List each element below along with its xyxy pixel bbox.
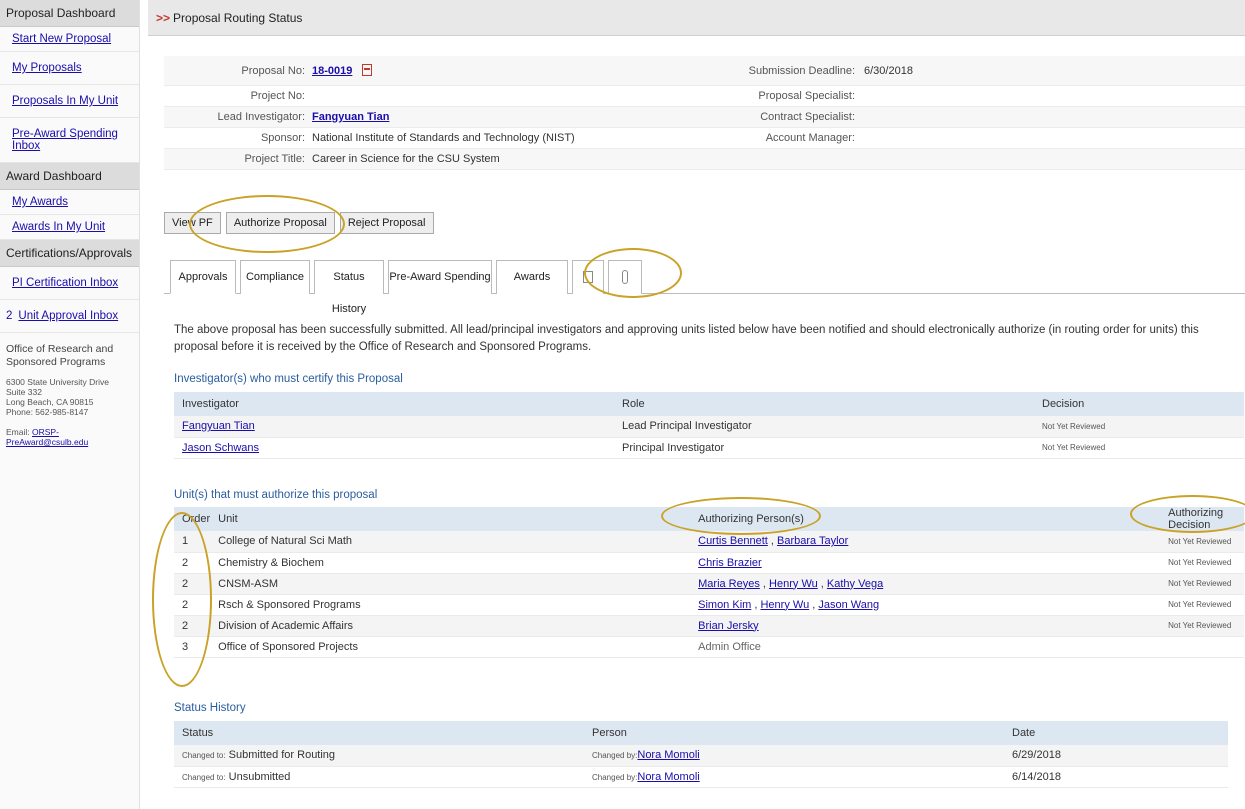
inbox-count-badge: 2 xyxy=(6,310,13,322)
person-link[interactable]: Jason Wang xyxy=(818,599,879,611)
proposal-dashboard-heading: Proposal Dashboard xyxy=(0,0,139,27)
proposal-info: Proposal No: 18-0019 Submission Deadline… xyxy=(164,56,1245,170)
table-row: 2 Rsch & Sponsored Programs Simon Kim , … xyxy=(174,594,1244,616)
column-header: Decision xyxy=(1034,392,1244,416)
document-icon xyxy=(583,271,593,284)
info-row-proposal-no: Proposal No: 18-0019 Submission Deadline… xyxy=(164,56,1245,86)
column-header: Investigator xyxy=(174,392,614,416)
person-link[interactable]: Kathy Vega xyxy=(827,578,883,590)
person-link[interactable]: Henry Wu xyxy=(769,578,818,590)
chevron-icon: >> xyxy=(156,11,171,25)
investigators-section-title: Investigator(s) who must certify this Pr… xyxy=(174,373,403,385)
tab-approvals[interactable]: Approvals xyxy=(170,260,236,294)
tab-attachments[interactable] xyxy=(608,260,642,294)
investigators-table: Investigator Role Decision Fangyuan Tian… xyxy=(174,392,1244,459)
tab-compliance[interactable]: Compliance xyxy=(240,260,310,294)
sidebar-item-pi-certification-inbox[interactable]: PI Certification Inbox xyxy=(0,267,139,300)
sidebar: Proposal Dashboard Start New Proposal My… xyxy=(0,0,140,809)
table-row: 3 Office of Sponsored Projects Admin Off… xyxy=(174,636,1244,658)
person-link[interactable]: Nora Momoli xyxy=(637,771,699,783)
person-link[interactable]: Chris Brazier xyxy=(698,557,762,569)
tab-awards[interactable]: Awards xyxy=(496,260,568,294)
sidebar-item-proposals-in-my-unit[interactable]: Proposals In My Unit xyxy=(0,85,139,118)
column-header: Authorizing Person(s) xyxy=(690,507,1161,531)
tab-bar: Approvals Compliance Status History Pre-… xyxy=(164,260,1245,315)
submission-notice: The above proposal has been successfully… xyxy=(174,324,1199,353)
column-header: Person xyxy=(584,721,1004,745)
sidebar-item-my-proposals[interactable]: My Proposals xyxy=(0,52,139,85)
column-header: Authorizing Decision xyxy=(1160,507,1244,531)
column-header: Date xyxy=(1004,721,1228,745)
column-header: Status xyxy=(174,721,584,745)
view-pf-button[interactable]: View PF xyxy=(164,212,221,234)
table-row: Changed to: Submitted for Routing Change… xyxy=(174,745,1228,767)
office-address: 6300 State University Drive Suite 332 Lo… xyxy=(6,377,109,417)
sidebar-item-awards-in-my-unit[interactable]: Awards In My Unit xyxy=(0,215,139,240)
tab-documents[interactable] xyxy=(572,260,604,294)
table-row: 2 Chemistry & Biochem Chris Brazier Not … xyxy=(174,552,1244,574)
table-row: 2 Division of Academic Affairs Brian Jer… xyxy=(174,615,1244,637)
info-row-project-title: Project Title: Career in Science for the… xyxy=(164,149,1245,170)
office-name: Office of Research and Sponsored Program… xyxy=(6,343,114,368)
person-link[interactable]: Simon Kim xyxy=(698,599,751,611)
info-row-project-no: Project No: Proposal Specialist: xyxy=(164,86,1245,107)
column-header: Unit xyxy=(210,507,691,531)
person-link[interactable]: Brian Jersky xyxy=(698,620,759,632)
sidebar-item-start-new-proposal[interactable]: Start New Proposal xyxy=(0,27,139,52)
main-content: >> Proposal Routing Status Proposal No: 1… xyxy=(148,0,1245,809)
tab-status-history[interactable]: Status History xyxy=(314,260,384,315)
sidebar-item-my-awards[interactable]: My Awards xyxy=(0,190,139,215)
table-row: 2 CNSM-ASM Maria Reyes , Henry Wu , Kath… xyxy=(174,573,1244,595)
info-row-lead-investigator: Lead Investigator: Fangyuan Tian Contrac… xyxy=(164,107,1245,128)
reject-proposal-button[interactable]: Reject Proposal xyxy=(339,212,434,234)
sidebar-item-pre-award-spending-inbox[interactable]: Pre-Award Spending Inbox xyxy=(0,118,139,163)
info-row-sponsor: Sponsor: National Institute of Standards… xyxy=(164,128,1245,149)
units-section-title: Unit(s) that must authorize this proposa… xyxy=(174,489,378,501)
status-history-section-title: Status History xyxy=(174,702,246,714)
investigator-link[interactable]: Fangyuan Tian xyxy=(182,420,255,432)
person-link[interactable]: Henry Wu xyxy=(760,599,809,611)
column-header: Role xyxy=(614,392,1034,416)
investigator-link[interactable]: Jason Schwans xyxy=(182,442,259,454)
page-title: >> Proposal Routing Status xyxy=(148,0,1245,36)
action-buttons: View PF Authorize Proposal Reject Propos… xyxy=(164,212,436,234)
column-header: Order xyxy=(174,507,211,531)
table-row: Changed to: Unsubmitted Changed by:Nora … xyxy=(174,766,1228,788)
pdf-icon[interactable] xyxy=(362,64,373,76)
authorize-proposal-button[interactable]: Authorize Proposal xyxy=(225,212,335,234)
status-history-table: Status Person Date Changed to: Submitted… xyxy=(174,721,1228,788)
person-link[interactable]: Maria Reyes xyxy=(698,578,760,590)
person-link[interactable]: Nora Momoli xyxy=(637,749,699,761)
table-row: Jason Schwans Principal Investigator Not… xyxy=(174,437,1244,459)
person-link[interactable]: Curtis Bennett xyxy=(698,535,768,547)
lead-investigator-link[interactable]: Fangyuan Tian xyxy=(312,111,389,123)
certifications-heading: Certifications/Approvals xyxy=(0,240,139,267)
sidebar-item-unit-approval-inbox[interactable]: 2 Unit Approval Inbox xyxy=(0,300,139,333)
proposal-no-link[interactable]: 18-0019 xyxy=(312,65,352,77)
table-row: Fangyuan Tian Lead Principal Investigato… xyxy=(174,416,1244,438)
person-link[interactable]: Barbara Taylor xyxy=(777,535,848,547)
table-row: 1 College of Natural Sci Math Curtis Ben… xyxy=(174,531,1244,553)
submission-deadline: 6/30/2018 xyxy=(864,65,913,77)
units-table: Order Unit Authorizing Person(s) Authori… xyxy=(174,507,1244,658)
office-email: Email: ORSP-PreAward@csulb.edu xyxy=(6,427,89,447)
paperclip-icon xyxy=(622,270,628,285)
award-dashboard-heading: Award Dashboard xyxy=(0,163,139,190)
tab-pre-award-spending[interactable]: Pre-Award Spending xyxy=(388,260,492,294)
